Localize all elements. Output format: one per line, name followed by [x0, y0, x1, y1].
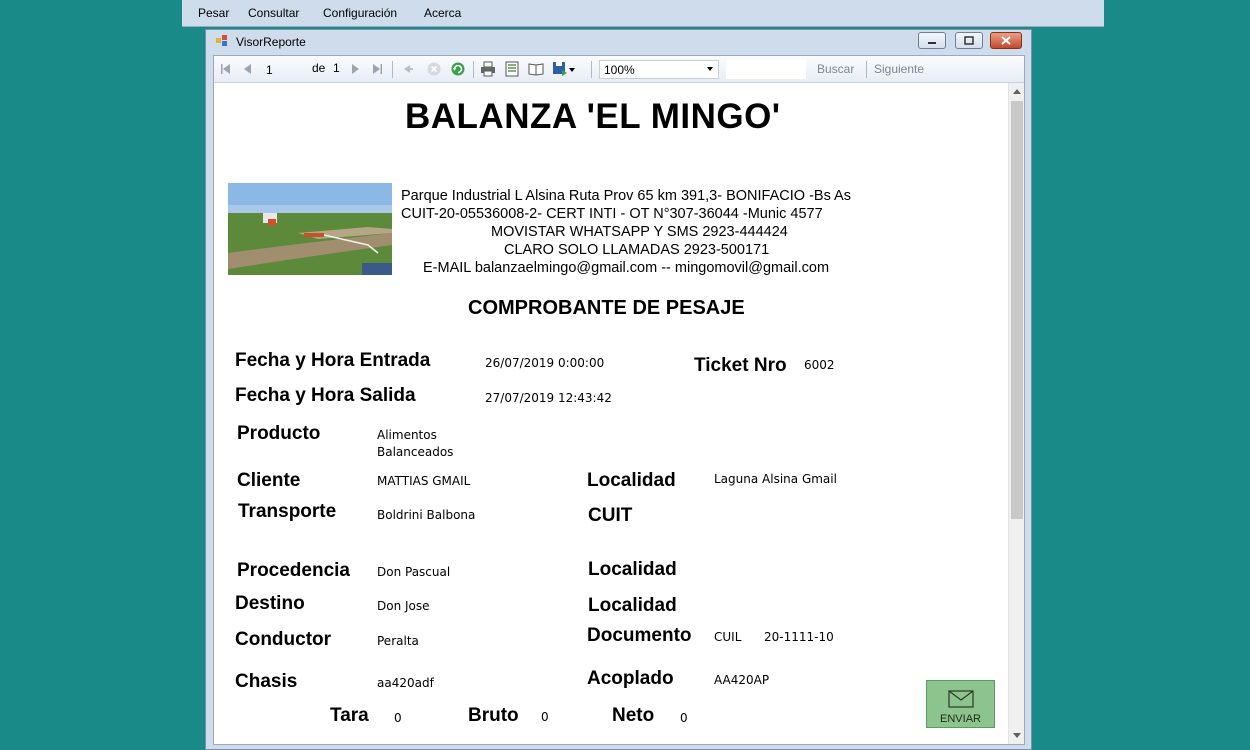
first-page-icon[interactable]	[218, 61, 234, 77]
window-title: VisorReporte	[236, 35, 306, 49]
search-input[interactable]	[726, 60, 806, 79]
scale-site-photo	[228, 183, 392, 275]
report-title: BALANZA 'EL MINGO'	[405, 97, 781, 136]
export-dropdown-icon[interactable]	[569, 68, 575, 72]
toolbar-separator	[591, 61, 592, 78]
print-layout-icon[interactable]	[504, 61, 520, 77]
scroll-thumb[interactable]	[1011, 101, 1023, 519]
value-producto-line2: Balanceados	[377, 445, 454, 459]
value-chasis: aa420adf	[377, 676, 434, 690]
print-icon[interactable]	[480, 61, 496, 77]
maximize-button[interactable]	[955, 32, 983, 49]
label-procedencia: Procedencia	[237, 560, 350, 581]
page-number-input[interactable]	[264, 60, 308, 80]
toolbar-separator	[392, 61, 393, 78]
company-movistar: MOVISTAR WHATSAPP Y SMS 2923-444424	[491, 224, 788, 240]
last-page-icon[interactable]	[369, 61, 385, 77]
value-producto-line1: Alimentos	[377, 428, 437, 442]
report-subtitle: COMPROBANTE DE PESAJE	[468, 297, 745, 319]
label-cliente: Cliente	[237, 470, 301, 491]
label-transporte: Transporte	[238, 501, 337, 522]
menu-bar: Pesar Consultar Configuración Acerca	[182, 0, 1104, 27]
close-icon	[1001, 36, 1011, 45]
report-page: BALANZA 'EL MINGO' Parque Industrial L A…	[214, 83, 1009, 744]
company-claro: CLARO SOLO LLAMADAS 2923-500171	[504, 242, 770, 258]
toolbar-separator	[473, 61, 474, 78]
minimize-icon	[928, 42, 936, 44]
toolbar-separator	[866, 61, 867, 78]
scroll-up-icon[interactable]	[1013, 89, 1021, 94]
vertical-scrollbar[interactable]	[1008, 83, 1024, 744]
value-cliente-localidad: Laguna Alsina Gmail	[714, 472, 837, 486]
report-toolbar: de 1 100% Buscar Siguiente	[214, 56, 1024, 83]
label-bruto: Bruto	[468, 705, 519, 726]
label-acoplado: Acoplado	[587, 668, 674, 689]
label-tara: Tara	[330, 705, 369, 726]
value-procedencia: Don Pascual	[377, 565, 451, 579]
value-tara: 0	[394, 711, 402, 725]
page-total: 1	[333, 61, 340, 75]
value-fecha-salida: 27/07/2019 12:43:42	[485, 391, 612, 405]
back-icon[interactable]	[400, 61, 416, 77]
stop-icon[interactable]	[426, 61, 442, 77]
value-conductor: Peralta	[377, 634, 419, 648]
company-info: Parque Industrial L Alsina Ruta Prov 65 …	[394, 187, 894, 277]
close-button[interactable]	[990, 32, 1022, 49]
scroll-down-icon[interactable]	[1013, 733, 1021, 738]
envelope-icon	[948, 690, 974, 708]
label-documento: Documento	[587, 625, 692, 646]
menu-configuracion[interactable]: Configuración	[323, 6, 397, 20]
label-neto: Neto	[612, 705, 655, 726]
value-acoplado: AA420AP	[714, 673, 770, 687]
send-button[interactable]: ENVIAR	[926, 680, 995, 728]
label-destino: Destino	[235, 593, 305, 614]
label-localidad-procedencia: Localidad	[588, 559, 677, 580]
window-titlebar: VisorReporte	[206, 30, 1031, 54]
minimize-button[interactable]	[918, 32, 946, 49]
company-email: E-MAIL balanzaelmingo@gmail.com -- mingo…	[423, 260, 830, 276]
restore-icon	[964, 36, 974, 45]
zoom-value: 100%	[604, 63, 635, 77]
menu-acerca[interactable]: Acerca	[424, 6, 461, 20]
send-button-label: ENVIAR	[940, 713, 981, 725]
value-ticket: 6002	[804, 358, 835, 372]
label-conductor: Conductor	[235, 629, 332, 650]
refresh-icon[interactable]	[450, 61, 466, 77]
label-fecha-entrada: Fecha y Hora Entrada	[235, 350, 431, 371]
label-localidad-cliente: Localidad	[587, 470, 676, 491]
label-chasis: Chasis	[235, 671, 298, 692]
page-of-label: de	[312, 61, 326, 75]
value-bruto: 0	[541, 710, 549, 724]
page-setup-icon[interactable]	[528, 61, 544, 77]
report-viewer-window: VisorReporte de 1	[205, 29, 1032, 750]
label-fecha-salida: Fecha y Hora Salida	[235, 385, 416, 406]
label-producto: Producto	[237, 423, 321, 444]
label-ticket: Ticket Nro	[694, 355, 787, 376]
label-localidad-destino: Localidad	[588, 595, 677, 616]
next-page-icon[interactable]	[347, 61, 363, 77]
value-documento-nro: 20-1111-10	[764, 630, 834, 644]
value-transporte: Boldrini Balbona	[377, 508, 476, 522]
export-icon[interactable]	[552, 61, 568, 77]
menu-consultar[interactable]: Consultar	[248, 6, 299, 20]
company-address: Parque Industrial L Alsina Ruta Prov 65 …	[401, 188, 851, 204]
previous-page-icon[interactable]	[240, 61, 256, 77]
chevron-down-icon	[707, 67, 713, 71]
value-cliente: MATTIAS GMAIL	[377, 474, 471, 488]
zoom-select[interactable]: 100%	[599, 60, 719, 79]
report-viewer: de 1 100% Buscar Siguiente	[213, 55, 1025, 745]
value-neto: 0	[680, 711, 688, 725]
label-cuit: CUIT	[588, 505, 633, 526]
find-button[interactable]: Buscar	[817, 62, 854, 76]
value-fecha-entrada: 26/07/2019 0:00:00	[485, 356, 605, 370]
value-documento-tipo: CUIL	[714, 630, 742, 644]
company-cuit: CUIT-20-05536008-2- CERT INTI - OT N°307…	[401, 206, 823, 222]
menu-pesar[interactable]: Pesar	[198, 6, 229, 20]
value-destino: Don Jose	[377, 599, 430, 613]
app-icon	[216, 35, 227, 46]
find-next-button[interactable]: Siguiente	[874, 62, 924, 76]
